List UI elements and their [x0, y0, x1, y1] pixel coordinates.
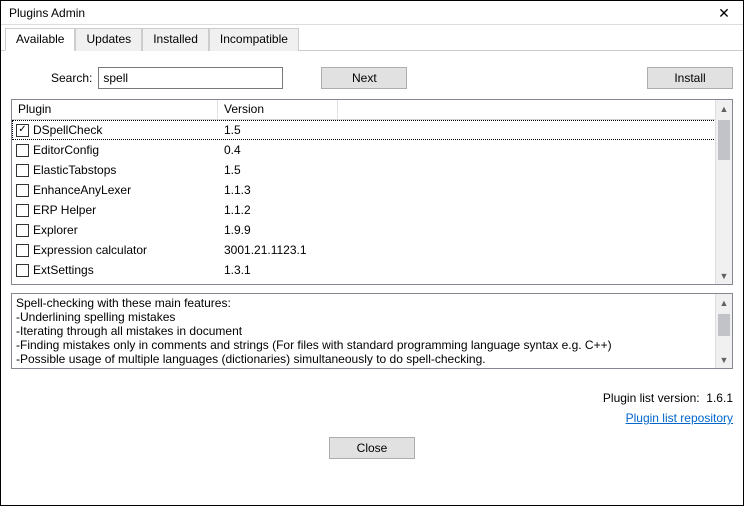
scroll-thumb[interactable]	[718, 314, 730, 336]
table-row[interactable]: EditorConfig 0.4	[12, 140, 732, 160]
plugin-version: 1.9.9	[218, 223, 518, 237]
plugin-cell: EnhanceAnyLexer	[12, 183, 218, 197]
plugin-checkbox[interactable]	[16, 144, 29, 157]
plugin-name: ERP Helper	[33, 203, 96, 217]
table-row[interactable]: ERP Helper 1.1.2	[12, 200, 732, 220]
plugin-name: ElasticTabstops	[33, 163, 116, 177]
list-scrollbar[interactable]: ▲ ▼	[715, 100, 732, 284]
tab-content: Search: Next Install Plugin Version ✓ DSp…	[1, 51, 743, 505]
table-row[interactable]: Explorer 1.9.9	[12, 220, 732, 240]
plugin-list-repository-link[interactable]: Plugin list repository	[626, 411, 733, 425]
column-header-version[interactable]: Version	[218, 100, 338, 119]
plugin-version: 0.4	[218, 143, 518, 157]
table-row[interactable]: ExtSettings 1.3.1	[12, 260, 732, 280]
plugin-checkbox[interactable]	[16, 184, 29, 197]
search-input[interactable]	[98, 67, 283, 89]
description-scrollbar[interactable]: ▲ ▼	[715, 294, 732, 368]
window-title: Plugins Admin	[9, 6, 85, 20]
plugin-cell: Expression calculator	[12, 243, 218, 257]
plugin-name: Expression calculator	[33, 243, 147, 257]
plugin-version: 1.5	[218, 163, 518, 177]
plugin-list: Plugin Version ✓ DSpellCheck 1.5 EditorConf…	[11, 99, 733, 285]
table-row[interactable]: EnhanceAnyLexer 1.1.3	[12, 180, 732, 200]
table-row[interactable]: ✓ DSpellCheck 1.5	[12, 120, 732, 140]
install-button[interactable]: Install	[647, 67, 733, 89]
plugin-name: EnhanceAnyLexer	[33, 183, 131, 197]
plugin-cell: ✓ DSpellCheck	[12, 123, 218, 137]
plugin-version: 1.3.1	[218, 263, 518, 277]
plugin-cell: EditorConfig	[12, 143, 218, 157]
plugin-version: 1.1.2	[218, 203, 518, 217]
plugin-name: ExtSettings	[33, 263, 94, 277]
plugin-version: 1.1.3	[218, 183, 518, 197]
close-button[interactable]: Close	[329, 437, 415, 459]
plugin-checkbox[interactable]	[16, 204, 29, 217]
plugin-name: EditorConfig	[33, 143, 99, 157]
footer-link-row: Plugin list repository	[11, 411, 733, 425]
scroll-thumb[interactable]	[718, 120, 730, 160]
version-label: Plugin list version:	[603, 391, 700, 405]
plugins-admin-window: Plugins Admin ✕ Available Updates Instal…	[0, 0, 744, 506]
next-button[interactable]: Next	[321, 67, 407, 89]
plugin-version: 3001.21.1123.1	[218, 243, 518, 257]
scroll-down-icon[interactable]: ▼	[716, 351, 732, 368]
tab-updates[interactable]: Updates	[75, 28, 142, 51]
tabs: Available Updates Installed Incompatible	[1, 27, 743, 51]
list-body[interactable]: ✓ DSpellCheck 1.5 EditorConfig 0.4 ElasticTab…	[12, 120, 732, 284]
close-row: Close	[11, 437, 733, 459]
table-row[interactable]: ElasticTabstops 1.5	[12, 160, 732, 180]
version-value: 1.6.1	[706, 391, 733, 405]
table-row[interactable]: Expression calculator 3001.21.1123.1	[12, 240, 732, 260]
search-label: Search:	[51, 71, 92, 85]
plugin-version: 1.5	[218, 123, 518, 137]
plugin-cell: ExtSettings	[12, 263, 218, 277]
plugin-cell: ERP Helper	[12, 203, 218, 217]
plugin-checkbox[interactable]	[16, 244, 29, 257]
tab-installed[interactable]: Installed	[142, 28, 209, 51]
plugin-list-version: Plugin list version: 1.6.1	[11, 391, 733, 405]
tab-available[interactable]: Available	[5, 28, 75, 51]
plugin-cell: Explorer	[12, 223, 218, 237]
plugin-checkbox[interactable]	[16, 164, 29, 177]
scroll-up-icon[interactable]: ▲	[716, 100, 732, 117]
tab-incompatible[interactable]: Incompatible	[209, 28, 299, 51]
titlebar: Plugins Admin ✕	[1, 1, 743, 25]
plugin-checkbox[interactable]: ✓	[16, 124, 29, 137]
window-close-button[interactable]: ✕	[711, 3, 737, 23]
search-row: Search: Next Install	[51, 67, 733, 89]
description-text: Spell-checking with these main features:…	[12, 294, 732, 369]
scroll-down-icon[interactable]: ▼	[716, 267, 732, 284]
column-header-plugin[interactable]: Plugin	[12, 100, 218, 119]
plugin-checkbox[interactable]	[16, 224, 29, 237]
plugin-name: DSpellCheck	[33, 123, 102, 137]
plugin-cell: ElasticTabstops	[12, 163, 218, 177]
list-header: Plugin Version	[12, 100, 732, 120]
plugin-name: Explorer	[33, 223, 78, 237]
close-icon: ✕	[718, 6, 730, 20]
scroll-up-icon[interactable]: ▲	[716, 294, 732, 311]
plugin-checkbox[interactable]	[16, 264, 29, 277]
description-panel: Spell-checking with these main features:…	[11, 293, 733, 369]
